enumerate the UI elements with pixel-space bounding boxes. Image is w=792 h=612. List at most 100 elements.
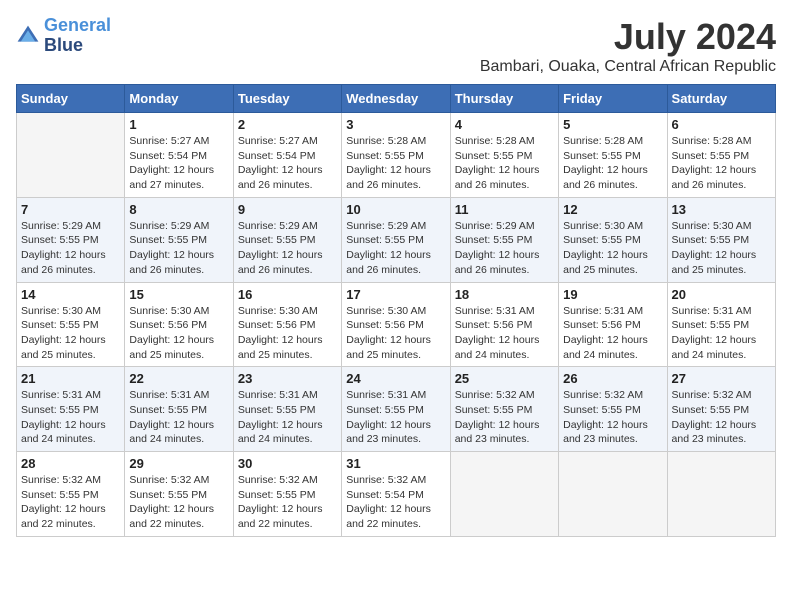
calendar-header-row: SundayMondayTuesdayWednesdayThursdayFrid… xyxy=(17,85,776,113)
day-info: Sunrise: 5:28 AM Sunset: 5:55 PM Dayligh… xyxy=(563,134,662,193)
day-number: 7 xyxy=(21,202,120,217)
calendar-cell: 20Sunrise: 5:31 AM Sunset: 5:55 PM Dayli… xyxy=(667,282,775,367)
day-number: 1 xyxy=(129,117,228,132)
calendar-cell: 13Sunrise: 5:30 AM Sunset: 5:55 PM Dayli… xyxy=(667,197,775,282)
day-info: Sunrise: 5:32 AM Sunset: 5:55 PM Dayligh… xyxy=(21,473,120,532)
day-info: Sunrise: 5:31 AM Sunset: 5:55 PM Dayligh… xyxy=(238,388,337,447)
calendar-cell: 18Sunrise: 5:31 AM Sunset: 5:56 PM Dayli… xyxy=(450,282,558,367)
title-area: July 2024 Bambari, Ouaka, Central Africa… xyxy=(480,16,776,76)
calendar-cell: 4 Sunrise: 5:28 AM Sunset: 5:55 PM Daylig… xyxy=(450,113,558,198)
calendar-cell xyxy=(17,113,125,198)
day-number: 25 xyxy=(455,371,554,386)
calendar-cell: 6Sunrise: 5:28 AM Sunset: 5:55 PM Daylig… xyxy=(667,113,775,198)
calendar-cell: 19Sunrise: 5:31 AM Sunset: 5:56 PM Dayli… xyxy=(559,282,667,367)
week-row: 14 Sunrise: 5:30 AM Sunset: 5:55 PM Dayli… xyxy=(17,282,776,367)
day-info: Sunrise: 5:28 AM Sunset: 5:55 PM Dayligh… xyxy=(346,134,445,193)
week-row: 7 Sunrise: 5:29 AM Sunset: 5:55 PM Daylig… xyxy=(17,197,776,282)
calendar-cell: 22 Sunrise: 5:31 AM Sunset: 5:55 PM Dayli… xyxy=(125,367,233,452)
day-info: Sunrise: 5:32 AM Sunset: 5:55 PM Dayligh… xyxy=(129,473,228,532)
day-info: Sunrise: 5:28 AM Sunset: 5:55 PM Dayligh… xyxy=(455,134,554,193)
day-info: Sunrise: 5:29 AM Sunset: 5:55 PM Dayligh… xyxy=(21,219,120,278)
day-number: 15 xyxy=(129,287,228,302)
logo-icon xyxy=(16,24,40,48)
calendar-cell: 3 Sunrise: 5:28 AM Sunset: 5:55 PM Daylig… xyxy=(342,113,450,198)
calendar-cell: 14 Sunrise: 5:30 AM Sunset: 5:55 PM Dayli… xyxy=(17,282,125,367)
day-number: 17 xyxy=(346,287,445,302)
calendar-cell: 28Sunrise: 5:32 AM Sunset: 5:55 PM Dayli… xyxy=(17,452,125,537)
calendar-cell: 7 Sunrise: 5:29 AM Sunset: 5:55 PM Daylig… xyxy=(17,197,125,282)
day-number: 8 xyxy=(129,202,228,217)
calendar-cell: 12 Sunrise: 5:30 AM Sunset: 5:55 PM Dayli… xyxy=(559,197,667,282)
calendar-cell: 8Sunrise: 5:29 AM Sunset: 5:55 PM Daylig… xyxy=(125,197,233,282)
day-info: Sunrise: 5:31 AM Sunset: 5:55 PM Dayligh… xyxy=(672,304,771,363)
calendar-cell: 10Sunrise: 5:29 AM Sunset: 5:55 PM Dayli… xyxy=(342,197,450,282)
logo: General Blue xyxy=(16,16,111,56)
day-number: 24 xyxy=(346,371,445,386)
day-info: Sunrise: 5:32 AM Sunset: 5:55 PM Dayligh… xyxy=(563,388,662,447)
main-title: July 2024 xyxy=(480,16,776,58)
week-row: 21Sunrise: 5:31 AM Sunset: 5:55 PM Dayli… xyxy=(17,367,776,452)
calendar-cell: 17 Sunrise: 5:30 AM Sunset: 5:56 PM Dayli… xyxy=(342,282,450,367)
calendar-cell: 26 Sunrise: 5:32 AM Sunset: 5:55 PM Dayli… xyxy=(559,367,667,452)
day-number: 6 xyxy=(672,117,771,132)
day-number: 4 xyxy=(455,117,554,132)
day-info: Sunrise: 5:27 AM Sunset: 5:54 PM Dayligh… xyxy=(238,134,337,193)
calendar-body: 1 Sunrise: 5:27 AM Sunset: 5:54 PM Daylig… xyxy=(17,113,776,537)
day-number: 12 xyxy=(563,202,662,217)
day-header-friday: Friday xyxy=(559,85,667,113)
day-number: 27 xyxy=(672,371,771,386)
day-header-thursday: Thursday xyxy=(450,85,558,113)
day-info: Sunrise: 5:30 AM Sunset: 5:55 PM Dayligh… xyxy=(563,219,662,278)
calendar-cell: 25 Sunrise: 5:32 AM Sunset: 5:55 PM Dayli… xyxy=(450,367,558,452)
calendar-cell: 27 Sunrise: 5:32 AM Sunset: 5:55 PM Dayli… xyxy=(667,367,775,452)
day-number: 9 xyxy=(238,202,337,217)
day-number: 29 xyxy=(129,456,228,471)
calendar-cell xyxy=(559,452,667,537)
calendar-cell: 1 Sunrise: 5:27 AM Sunset: 5:54 PM Daylig… xyxy=(125,113,233,198)
day-number: 18 xyxy=(455,287,554,302)
day-info: Sunrise: 5:30 AM Sunset: 5:55 PM Dayligh… xyxy=(21,304,120,363)
day-header-tuesday: Tuesday xyxy=(233,85,341,113)
day-info: Sunrise: 5:27 AM Sunset: 5:54 PM Dayligh… xyxy=(129,134,228,193)
subtitle: Bambari, Ouaka, Central African Republic xyxy=(480,58,776,76)
day-info: Sunrise: 5:31 AM Sunset: 5:55 PM Dayligh… xyxy=(21,388,120,447)
day-info: Sunrise: 5:30 AM Sunset: 5:56 PM Dayligh… xyxy=(238,304,337,363)
day-info: Sunrise: 5:32 AM Sunset: 5:55 PM Dayligh… xyxy=(672,388,771,447)
day-number: 2 xyxy=(238,117,337,132)
day-info: Sunrise: 5:32 AM Sunset: 5:55 PM Dayligh… xyxy=(238,473,337,532)
calendar-cell: 21Sunrise: 5:31 AM Sunset: 5:55 PM Dayli… xyxy=(17,367,125,452)
calendar-cell: 2 Sunrise: 5:27 AM Sunset: 5:54 PM Daylig… xyxy=(233,113,341,198)
calendar-cell: 16Sunrise: 5:30 AM Sunset: 5:56 PM Dayli… xyxy=(233,282,341,367)
day-info: Sunrise: 5:32 AM Sunset: 5:54 PM Dayligh… xyxy=(346,473,445,532)
day-info: Sunrise: 5:32 AM Sunset: 5:55 PM Dayligh… xyxy=(455,388,554,447)
calendar-cell: 30 Sunrise: 5:32 AM Sunset: 5:55 PM Dayli… xyxy=(233,452,341,537)
day-info: Sunrise: 5:29 AM Sunset: 5:55 PM Dayligh… xyxy=(455,219,554,278)
calendar-cell: 29 Sunrise: 5:32 AM Sunset: 5:55 PM Dayli… xyxy=(125,452,233,537)
day-header-saturday: Saturday xyxy=(667,85,775,113)
calendar-cell: 9Sunrise: 5:29 AM Sunset: 5:55 PM Daylig… xyxy=(233,197,341,282)
header: General Blue July 2024 Bambari, Ouaka, C… xyxy=(16,16,776,76)
day-info: Sunrise: 5:29 AM Sunset: 5:55 PM Dayligh… xyxy=(346,219,445,278)
day-number: 26 xyxy=(563,371,662,386)
day-number: 3 xyxy=(346,117,445,132)
day-header-monday: Monday xyxy=(125,85,233,113)
day-info: Sunrise: 5:30 AM Sunset: 5:56 PM Dayligh… xyxy=(346,304,445,363)
calendar-cell: 24Sunrise: 5:31 AM Sunset: 5:55 PM Dayli… xyxy=(342,367,450,452)
logo-text: General Blue xyxy=(44,16,111,56)
day-number: 14 xyxy=(21,287,120,302)
week-row: 28Sunrise: 5:32 AM Sunset: 5:55 PM Dayli… xyxy=(17,452,776,537)
day-number: 30 xyxy=(238,456,337,471)
day-info: Sunrise: 5:30 AM Sunset: 5:56 PM Dayligh… xyxy=(129,304,228,363)
week-row: 1 Sunrise: 5:27 AM Sunset: 5:54 PM Daylig… xyxy=(17,113,776,198)
calendar-cell: 23 Sunrise: 5:31 AM Sunset: 5:55 PM Dayli… xyxy=(233,367,341,452)
day-number: 13 xyxy=(672,202,771,217)
day-number: 22 xyxy=(129,371,228,386)
calendar-cell xyxy=(667,452,775,537)
day-info: Sunrise: 5:31 AM Sunset: 5:56 PM Dayligh… xyxy=(563,304,662,363)
calendar-cell: 15 Sunrise: 5:30 AM Sunset: 5:56 PM Dayli… xyxy=(125,282,233,367)
day-number: 23 xyxy=(238,371,337,386)
calendar-cell: 11Sunrise: 5:29 AM Sunset: 5:55 PM Dayli… xyxy=(450,197,558,282)
calendar-cell xyxy=(450,452,558,537)
calendar-cell: 31Sunrise: 5:32 AM Sunset: 5:54 PM Dayli… xyxy=(342,452,450,537)
day-info: Sunrise: 5:31 AM Sunset: 5:55 PM Dayligh… xyxy=(129,388,228,447)
